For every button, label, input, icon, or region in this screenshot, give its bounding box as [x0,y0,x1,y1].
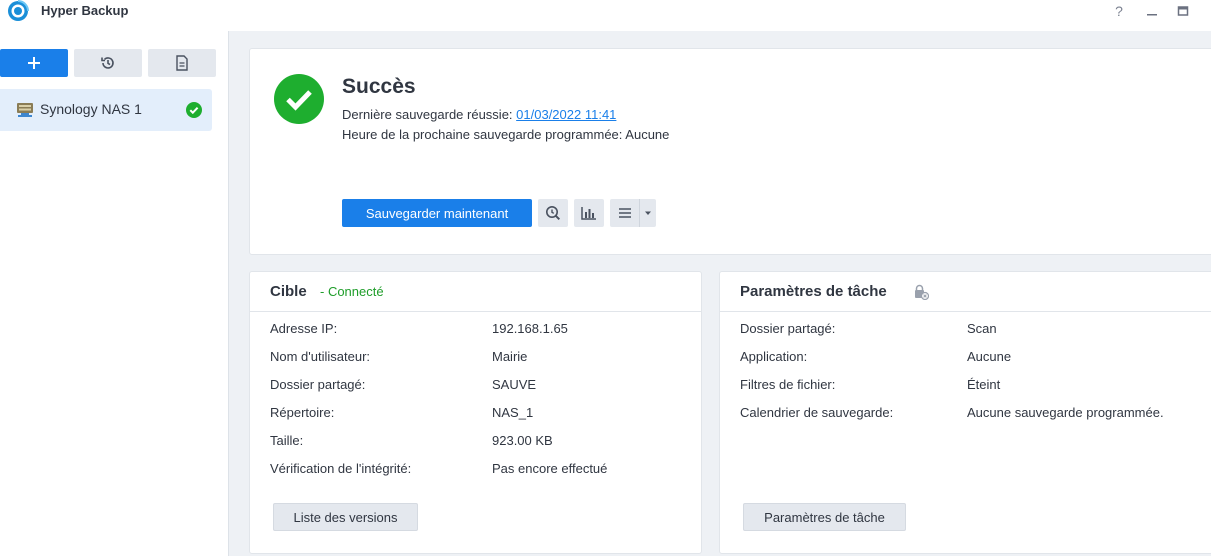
last-backup-line: Dernière sauvegarde réussie: 01/03/2022 … [342,107,617,122]
encryption-lock-icon [915,284,929,300]
target-value-user: Mairie [492,349,528,364]
target-value-ip: 192.168.1.65 [492,321,568,336]
browse-versions-button[interactable] [538,199,568,227]
task-card-header: Paramètres de tâche [720,272,1211,312]
task-settings-card: Paramètres de tâche Dossier partagé: Sca… [719,271,1211,554]
task-label-share: Dossier partagé: [740,321,836,336]
sidebar-item-synology-nas-1[interactable]: Synology NAS 1 [0,89,212,131]
task-title: Paramètres de tâche [740,283,887,300]
target-title: Cible [270,283,307,300]
target-label-share: Dossier partagé: [270,377,366,392]
next-backup-line: Heure de la prochaine sauvegarde program… [342,127,670,142]
task-value-schedule: Aucune sauvegarde programmée. [967,405,1164,420]
task-settings-button[interactable]: Paramètres de tâche [743,503,906,531]
last-backup-link[interactable]: 01/03/2022 11:41 [516,107,616,122]
task-value-filters: Éteint [967,377,1001,392]
nas-server-icon [17,103,33,117]
status-panel: Succès Dernière sauvegarde réussie: 01/0… [249,48,1211,255]
bar-chart-icon [581,207,596,220]
status-title: Succès [342,75,416,98]
version-list-button[interactable]: Liste des versions [273,503,418,531]
more-actions-menu[interactable] [610,199,656,227]
target-card: Cible - Connecté Adresse IP: 192.168.1.6… [249,271,702,554]
menu-button[interactable] [610,199,640,227]
success-large-icon [274,74,324,124]
maximize-button[interactable] [1172,2,1194,20]
task-label-application: Application: [740,349,808,364]
backup-now-button[interactable]: Sauvegarder maintenant [342,199,532,227]
minimize-button[interactable] [1141,2,1163,20]
document-icon [176,55,188,71]
target-label-directory: Répertoire: [270,405,335,420]
target-label-ip: Adresse IP: [270,321,338,336]
sidebar: Synology NAS 1 [0,31,229,556]
help-button[interactable]: ? [1108,2,1130,20]
task-label-filters: Filtres de fichier: [740,377,836,392]
target-value-size: 923.00 KB [492,433,553,448]
history-icon [101,57,114,69]
success-check-icon [186,102,202,118]
target-label-integrity: Vérification de l'intégrité: [270,461,412,476]
add-task-button[interactable] [0,49,68,77]
restore-button[interactable] [74,49,142,77]
maximize-icon [1177,6,1189,16]
target-label-size: Taille: [270,433,304,448]
caret-down-icon [645,211,651,215]
minimize-icon [1147,14,1157,16]
menu-icon [618,208,631,218]
app-title: Hyper Backup [41,3,129,18]
statistics-button[interactable] [574,199,604,227]
task-label-schedule: Calendrier de sauvegarde: [740,405,894,420]
target-value-share: SAUVE [492,377,537,392]
target-card-header: Cible - Connecté [250,272,701,312]
search-clock-icon [546,206,561,221]
task-value-share: Scan [967,321,997,336]
task-value-application: Aucune [967,349,1012,364]
dropdown-button[interactable] [640,199,656,227]
hyper-backup-logo-icon [8,0,29,21]
sidebar-item-label: Synology NAS 1 [40,101,142,117]
plus-icon [28,57,40,69]
target-label-user: Nom d'utilisateur: [270,349,371,364]
target-value-integrity: Pas encore effectué [492,461,608,476]
target-value-directory: NAS_1 [492,405,534,420]
log-button[interactable] [148,49,216,77]
title-bar: Hyper Backup ? [0,0,1211,31]
connection-status: - Connecté [320,284,384,299]
